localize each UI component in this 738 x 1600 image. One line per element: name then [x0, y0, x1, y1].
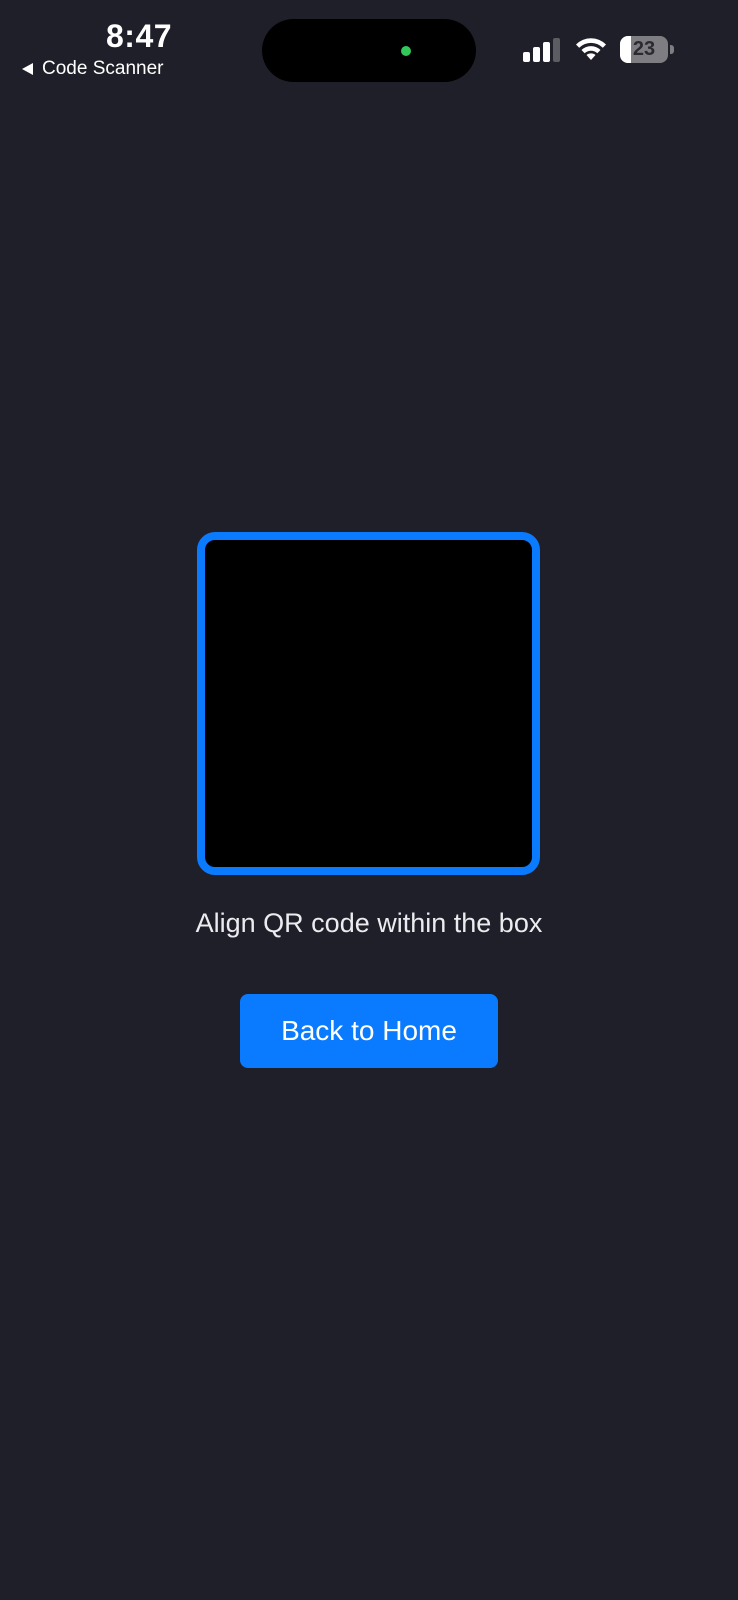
- status-time: 8:47: [106, 18, 173, 54]
- back-to-home-button[interactable]: Back to Home: [240, 994, 498, 1068]
- wifi-icon: [576, 38, 606, 60]
- dynamic-island: [262, 19, 476, 82]
- battery-icon: 23: [620, 36, 676, 63]
- camera-indicator-icon: [401, 46, 411, 56]
- scan-instruction-text: Align QR code within the box: [195, 908, 543, 938]
- qr-scan-viewfinder: [197, 532, 540, 875]
- back-to-app-link[interactable]: Code Scanner: [22, 58, 163, 80]
- back-arrow-icon: [22, 63, 33, 75]
- battery-level: 23: [632, 38, 656, 60]
- back-app-label: Code Scanner: [42, 58, 164, 79]
- cellular-signal-icon: [523, 38, 560, 62]
